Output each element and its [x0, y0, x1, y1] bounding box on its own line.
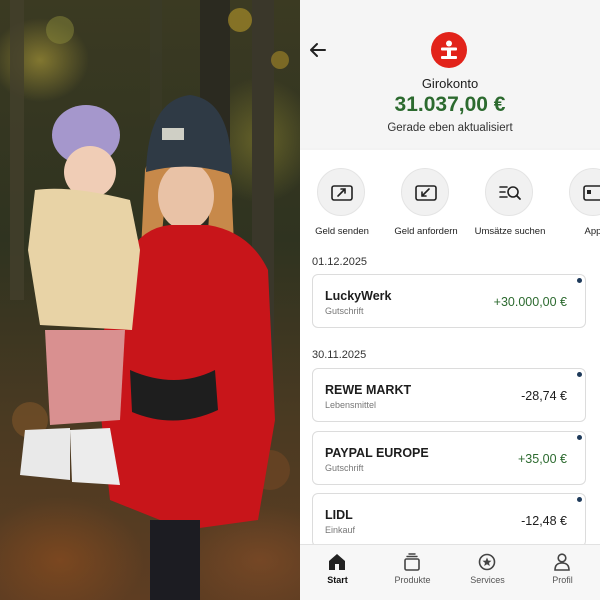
products-icon	[404, 553, 420, 571]
unread-dot	[577, 372, 582, 377]
transaction-amount: -28,74 €	[521, 389, 567, 403]
transaction-name: PAYPAL EUROPE	[325, 446, 429, 460]
transaction-amount: +35,00 €	[517, 452, 567, 466]
send-money-button[interactable]: Geld senden	[300, 168, 384, 240]
send-money-label: Geld senden	[315, 226, 369, 237]
transaction-name: LuckyWerk	[325, 289, 392, 303]
update-status: Gerade eben aktualisiert	[387, 122, 513, 134]
bank-logo-icon	[431, 32, 467, 68]
transaction-amount: -12,48 €	[521, 514, 567, 528]
family-photo	[0, 0, 300, 600]
banking-app: Girokonto 31.037,00 € Gerade eben aktual…	[300, 0, 600, 600]
transaction-name: REWE MARKT	[325, 383, 412, 397]
photo-illustration	[10, 0, 290, 600]
tab-profil[interactable]: Profil	[525, 545, 600, 600]
tab-label: Start	[327, 575, 348, 585]
account-header: Girokonto 31.037,00 € Gerade eben aktual…	[300, 0, 600, 148]
card-icon	[569, 168, 600, 216]
transaction-category: Einkauf	[325, 525, 356, 535]
request-money-icon	[401, 168, 449, 216]
search-transactions-label: Umsätze suchen	[474, 226, 546, 237]
unread-dot	[577, 497, 582, 502]
tab-label: Produkte	[394, 575, 431, 585]
transaction-date: 01.12.2025	[312, 256, 368, 268]
tab-label: Services	[470, 575, 505, 585]
account-name: Girokonto	[421, 76, 479, 91]
request-money-label: Geld anfordern	[394, 226, 458, 237]
unread-dot	[577, 278, 582, 283]
services-icon	[478, 553, 496, 571]
transaction-amount: +30.000,00 €	[493, 295, 567, 309]
transaction-name: LIDL	[325, 508, 353, 522]
transaction-row[interactable]: LIDL Einkauf -12,48 €	[312, 493, 586, 547]
unread-dot	[577, 435, 582, 440]
bottom-tab-bar: Start Produkte Services Profil	[300, 544, 600, 600]
tab-services[interactable]: Services	[450, 545, 525, 600]
card-button[interactable]: Appl	[552, 168, 600, 240]
tab-label: Profil	[552, 575, 573, 585]
card-label: Appl	[584, 226, 600, 237]
request-money-button[interactable]: Geld anfordern	[384, 168, 468, 240]
search-transactions-icon	[485, 168, 533, 216]
profile-icon	[554, 553, 570, 571]
account-balance: 31.037,00 €	[394, 93, 506, 116]
tab-produkte[interactable]: Produkte	[375, 545, 450, 600]
main-content: Geld senden Geld anfordern Umsätze suche…	[300, 150, 600, 547]
quick-actions: Geld senden Geld anfordern Umsätze suche…	[300, 168, 600, 240]
transaction-row[interactable]: LuckyWerk Gutschrift +30.000,00 €	[312, 274, 586, 328]
home-icon	[329, 554, 345, 570]
transaction-row[interactable]: REWE MARKT Lebensmittel -28,74 €	[312, 368, 586, 422]
back-arrow-icon[interactable]	[308, 40, 328, 60]
transaction-category: Lebensmittel	[325, 400, 377, 410]
send-money-icon	[317, 168, 365, 216]
transaction-date: 30.11.2025	[312, 349, 367, 361]
tab-start[interactable]: Start	[300, 545, 375, 600]
transaction-row[interactable]: PAYPAL EUROPE Gutschrift +35,00 €	[312, 431, 586, 485]
transaction-category: Gutschrift	[325, 306, 364, 316]
search-transactions-button[interactable]: Umsätze suchen	[468, 168, 552, 240]
transaction-category: Gutschrift	[325, 463, 364, 473]
